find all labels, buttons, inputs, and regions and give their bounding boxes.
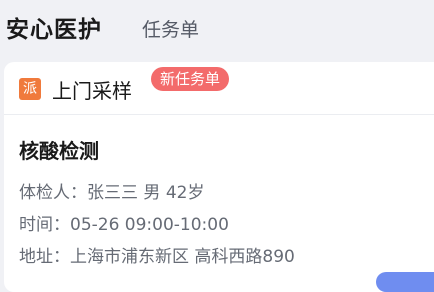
address-label: 地址： <box>19 247 70 267</box>
new-order-tag: 新任务单 <box>151 67 230 91</box>
person-gender: 男 <box>143 183 161 203</box>
person-age: 42岁 <box>165 183 205 203</box>
person-name: 张三三 <box>87 183 138 203</box>
time-value: 05-26 09:00-10:00 <box>70 215 229 235</box>
person-label: 体检人： <box>19 183 87 203</box>
address-row: 地址：上海市浦东新区 高科西路890 <box>19 242 295 267</box>
time-label: 时间： <box>19 215 70 235</box>
person-row: 体检人：张三三 男 42岁 <box>19 178 204 203</box>
tab-task-order[interactable]: 任务单 <box>142 15 199 42</box>
task-order-card[interactable]: 派 上门采样 新任务单 核酸检测 体检人：张三三 男 42岁 时间：05-26 … <box>4 62 434 292</box>
action-button-edge[interactable] <box>376 272 434 292</box>
order-title: 上门采样 <box>52 79 132 103</box>
test-name: 核酸检测 <box>19 139 99 163</box>
card-header: 派 上门采样 新任务单 <box>4 62 434 115</box>
app-brand-title: 安心医护 <box>6 17 102 43</box>
dispatch-badge: 派 <box>19 78 41 100</box>
app-header: 安心医护 任务单 <box>0 0 434 56</box>
address-value: 上海市浦东新区 高科西路890 <box>70 247 295 267</box>
time-row: 时间：05-26 09:00-10:00 <box>19 210 229 235</box>
